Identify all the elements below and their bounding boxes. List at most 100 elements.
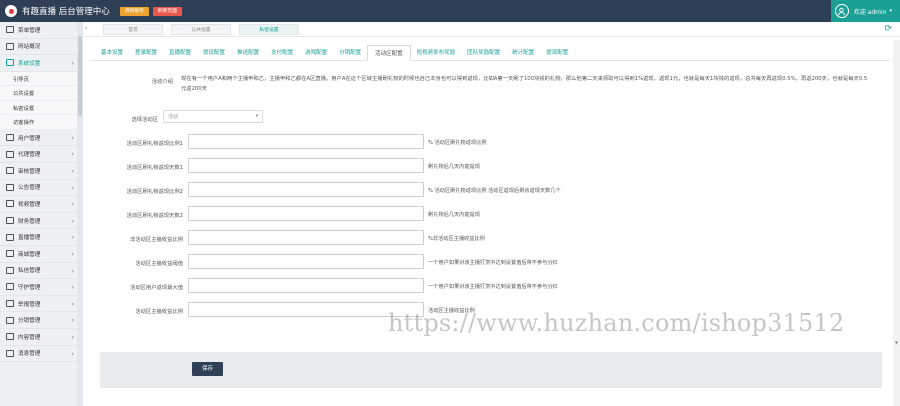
form-row: 活动区刷礼物返现天数2 刷礼物后几天内能提现 (90, 206, 890, 222)
chevron-right-icon: › (71, 167, 74, 175)
chevron-right-icon: › (71, 300, 74, 308)
zone-select[interactable]: 活动 ▾ (163, 110, 263, 123)
gift-rebate-ratio-2-input[interactable] (188, 182, 424, 197)
sidebar-item-notices[interactable]: 公告管理 › (0, 180, 82, 197)
sidebar-item-messages[interactable]: 私信管理 › (0, 263, 82, 280)
cart-icon (6, 250, 14, 258)
list-icon (6, 233, 14, 241)
sidebar-item-label: 公告管理 (18, 185, 41, 192)
gift-rebate-days-2-input[interactable] (188, 206, 424, 221)
gift-rebate-days-1-input[interactable] (188, 158, 424, 173)
intro-label: 活动介绍 (151, 79, 173, 85)
sidebar-item-distribution[interactable]: 分销管理 › (0, 312, 82, 329)
refresh-page-button[interactable]: 刷新页面 (152, 6, 183, 16)
app-title: 有趣直播 后台管理中心 (22, 7, 110, 17)
intro-text: 现在有一个用户A和两个主播甲和乙，主播甲和乙都在A区直播。用户A在这个区域主播刷… (181, 76, 868, 92)
tab-login[interactable]: 登录配置 (129, 47, 163, 60)
field-hint: 一个用户如果对该主播打赏中达到设置值后将不参与分红 (428, 284, 558, 290)
field-label: 非活动区主播收益比例 (130, 237, 183, 243)
tab-statistics[interactable]: 统计配置 (506, 47, 540, 60)
sidebar-item-agents[interactable]: 代理管理 › (0, 146, 82, 163)
chevron-right-icon: › (71, 201, 74, 209)
sidebar-item-label: 守护管理 (18, 284, 41, 291)
tab-basic[interactable]: 基本设置 (95, 47, 129, 60)
tab-push[interactable]: 推送配置 (231, 47, 265, 60)
tab-distribution[interactable]: 分销配置 (333, 47, 367, 60)
chevron-down-icon: ▼ (895, 340, 899, 345)
gear-icon (6, 59, 14, 67)
non-zone-anchor-ratio-input[interactable] (188, 230, 424, 245)
sidebar-item-users[interactable]: 用户管理 › (0, 130, 82, 147)
sidebar-scrollbar[interactable] (77, 22, 83, 406)
sidebar-subitem-label: 引导页 (13, 76, 29, 83)
clear-cache-button[interactable]: 清除缓存 (119, 6, 149, 16)
form-row: 活动区刷礼物返现比例2 % 活动区刷礼物返现比例 活动区返现后剩余返现天数几个 (90, 182, 890, 198)
sidebar-item-videos[interactable]: 视频管理 › (0, 196, 82, 213)
sidebar-item-shop[interactable]: 商城管理 › (0, 246, 82, 263)
tab-withdraw-2[interactable]: 提现配置 (540, 47, 574, 60)
chevron-right-icon: › (71, 151, 74, 159)
sidebar-item-label: 分销管理 (18, 318, 41, 325)
brand: 有趣直播 后台管理中心 (0, 0, 110, 22)
mail-icon (6, 266, 14, 274)
sidebar-item-system-settings[interactable]: 系统设置 › (0, 55, 82, 72)
sidebar-item-reports[interactable]: 举报管理 › (0, 296, 82, 313)
field-label: 活动区刷礼物返现天数1 (126, 165, 183, 171)
chevron-down-icon: ▾ (889, 8, 892, 14)
sidebar-item-finance[interactable]: 财务管理 › (0, 213, 82, 230)
sidebar-subitem-guide[interactable]: 引导页 (0, 71, 82, 87)
flag-icon (6, 300, 14, 308)
sidebar-subitem-public-settings[interactable]: 公共设置 (0, 86, 82, 101)
tab-activity-zone[interactable]: 活动区配置 (367, 45, 411, 61)
shield-icon (6, 283, 14, 291)
logo-icon (5, 5, 17, 17)
chevron-right-icon: › (71, 317, 74, 325)
chevron-right-icon: › (71, 350, 74, 358)
tab-short-video-reward[interactable]: 短视频发布奖励 (411, 47, 462, 60)
sidebar-item-label: 财务管理 (18, 218, 41, 225)
sidebar-item-label: 视频管理 (18, 201, 41, 208)
sidebar-item-guard[interactable]: 守护管理 › (0, 279, 82, 296)
chevron-left-icon[interactable]: ‹ (85, 25, 87, 32)
bell-icon (6, 349, 14, 357)
sidebar-item-label: 用户管理 (18, 135, 41, 142)
user-menu[interactable]: 欢迎 admin ▾ (830, 0, 900, 22)
content-scrollbar[interactable]: ▼ (893, 40, 900, 406)
sidebar-item-review[interactable]: 审核管理 › (0, 163, 82, 180)
sidebar-subitem-visitor[interactable]: 访客操作 (0, 115, 82, 130)
field-hint: % 活动区刷礼物返现比例 (428, 140, 487, 146)
form-footer: 保存 (100, 352, 882, 388)
anchor-income-threshold-input[interactable] (188, 254, 424, 269)
tab-public-settings[interactable]: 公共设置 (171, 23, 231, 35)
sidebar-item-label: 直播管理 (18, 235, 41, 242)
tab-team-reward[interactable]: 团队奖励配置 (461, 47, 506, 60)
tab-private-settings[interactable]: 私密设置 (239, 23, 299, 35)
watermark: https://www.huzhan.com/ishop31512 (388, 309, 845, 337)
sidebar-item-content[interactable]: 内容管理 › (0, 329, 82, 346)
users-icon (6, 134, 14, 142)
sidebar-item-menu[interactable]: 菜单管理 (0, 22, 82, 39)
chevron-right-icon: › (71, 267, 74, 275)
tab-home[interactable]: 首页 (103, 23, 163, 35)
tab-withdraw[interactable]: 提现配置 (197, 47, 231, 60)
grid-icon (6, 333, 14, 341)
tab-live[interactable]: 直播配置 (163, 47, 197, 60)
monitor-icon (6, 183, 14, 191)
refresh-icon[interactable]: ⟳ (884, 24, 892, 34)
save-button[interactable]: 保存 (192, 362, 223, 376)
gift-rebate-ratio-1-input[interactable] (188, 134, 424, 149)
sidebar-item-notifications[interactable]: 消息管理 › (0, 346, 82, 363)
user-rebate-max-input[interactable] (188, 278, 424, 293)
tab-game[interactable]: 游戏配置 (299, 47, 333, 60)
sidebar-item-overview[interactable]: 网站概况 (0, 39, 82, 56)
doc-icon (6, 167, 14, 175)
sidebar-subitem-private-settings[interactable]: 私密设置 (0, 100, 82, 116)
tab-payment[interactable]: 支付配置 (265, 47, 299, 60)
desktop-icon (6, 150, 14, 158)
field-hint: %非活动区主播收益比例 (428, 236, 485, 242)
sidebar-item-live[interactable]: 直播管理 › (0, 229, 82, 246)
field-hint: 刷礼物后几天内能提现 (428, 164, 480, 170)
activity-zone-form: 活动介绍 现在有一个用户A和两个主播甲和乙，主播甲和乙都在A区直播。用户A在这个… (90, 61, 890, 318)
share-icon (6, 316, 14, 324)
field-label: 活动区刷礼物返现比例2 (126, 189, 183, 195)
